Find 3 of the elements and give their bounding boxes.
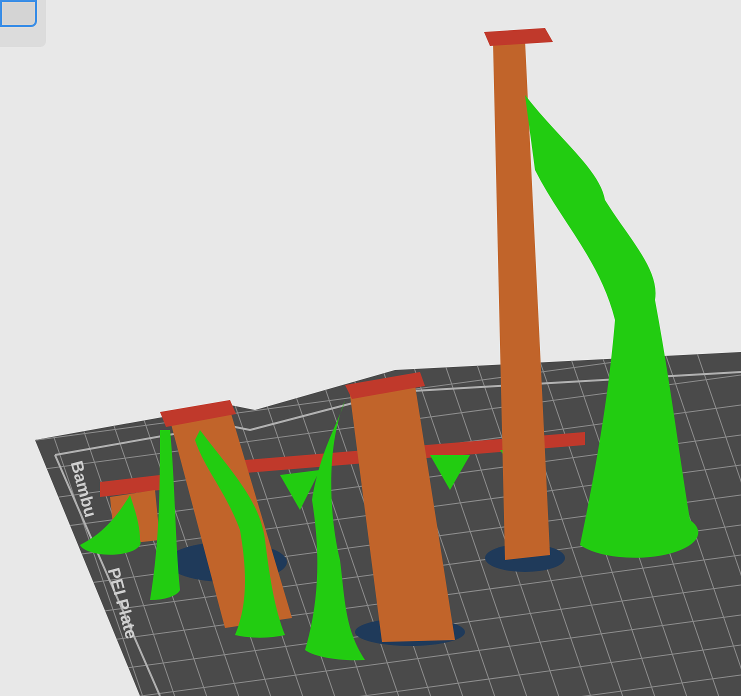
toolbar-button[interactable] — [0, 0, 37, 27]
plate-type-label: PEI Plate — [102, 565, 142, 642]
plate-brand-label: Bambu — [66, 458, 102, 520]
